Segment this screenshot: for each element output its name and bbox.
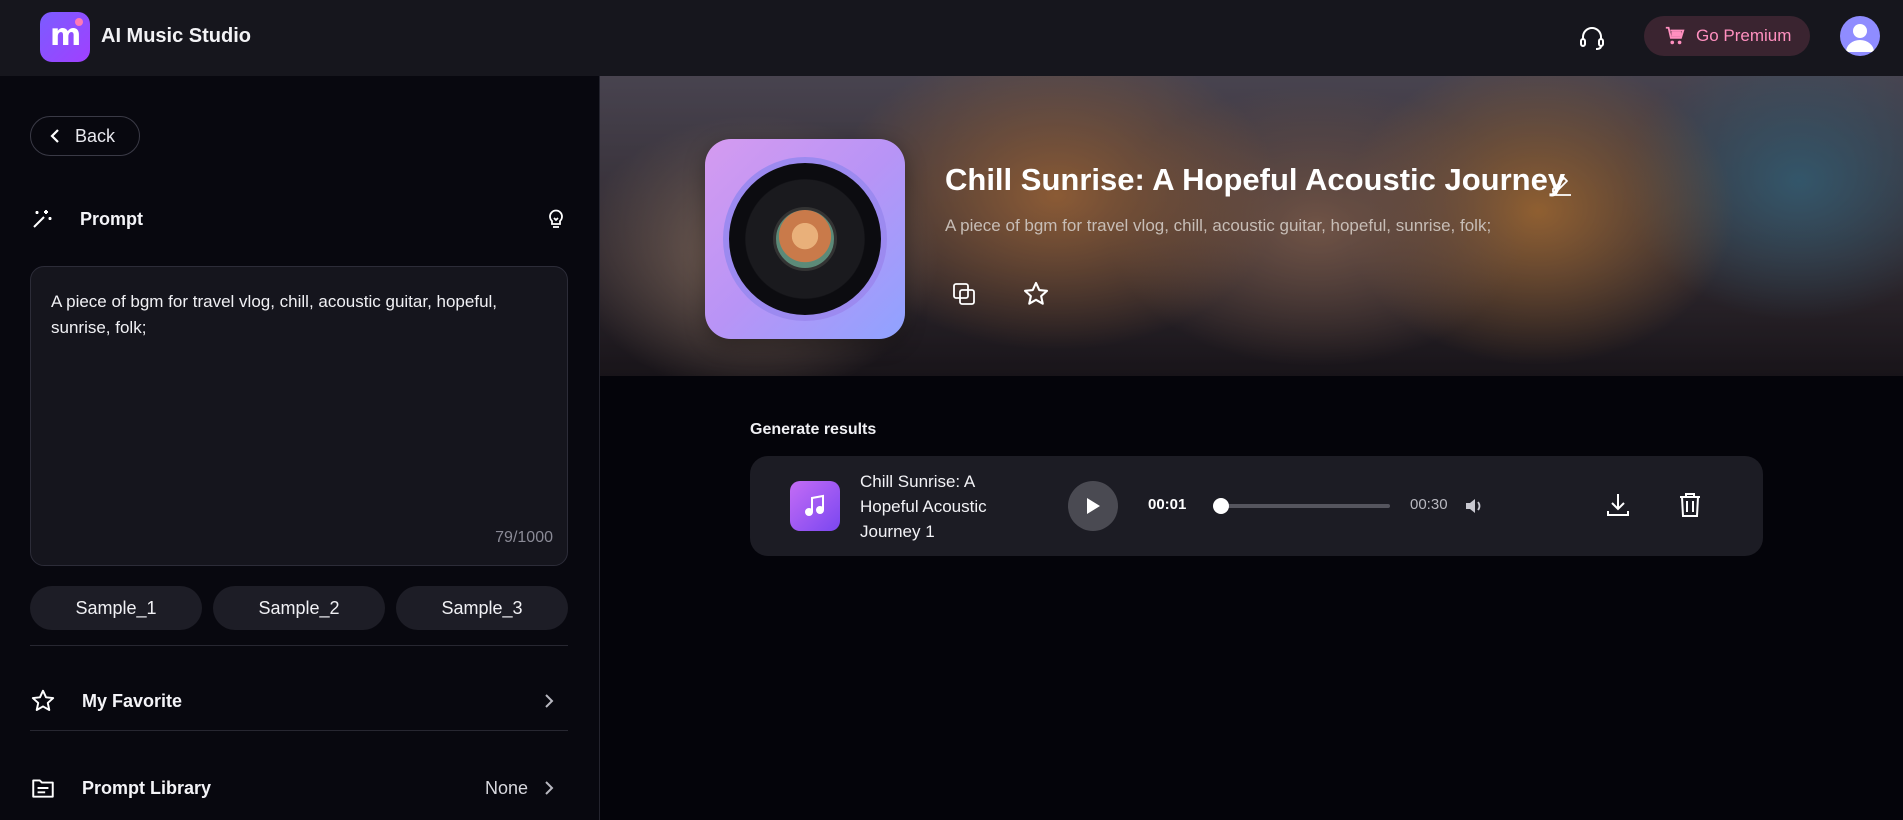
sample-1-button[interactable]: Sample_1 xyxy=(30,586,202,630)
prompt-library-label: Prompt Library xyxy=(82,777,212,798)
prompt-header: Prompt xyxy=(30,204,568,234)
magic-wand-icon xyxy=(33,210,52,228)
current-time: 00:01 xyxy=(1148,496,1187,513)
back-button[interactable]: Back xyxy=(30,116,140,156)
volume-icon[interactable] xyxy=(1463,495,1485,517)
back-label: Back xyxy=(75,125,116,146)
sample-3-button[interactable]: Sample_3 xyxy=(396,586,568,630)
copy-icon[interactable] xyxy=(950,280,978,308)
folder-icon xyxy=(32,779,54,798)
app-title: AI Music Studio xyxy=(101,25,251,47)
cart-icon xyxy=(1665,26,1685,45)
prompt-library-row[interactable]: Prompt Library None xyxy=(30,766,568,810)
play-button[interactable] xyxy=(1068,481,1118,531)
go-premium-label: Go Premium xyxy=(1696,26,1792,45)
lightbulb-icon[interactable] xyxy=(544,207,568,231)
top-bar: m AI Music Studio Go Premium xyxy=(0,0,1903,76)
divider xyxy=(30,645,568,646)
song-description: A piece of bgm for travel vlog, chill, a… xyxy=(945,216,1492,235)
progress-slider[interactable] xyxy=(1212,498,1390,514)
progress-handle[interactable] xyxy=(1212,498,1229,514)
prompt-text[interactable]: A piece of bgm for travel vlog, chill, a… xyxy=(51,289,541,341)
record-artwork xyxy=(773,207,837,271)
app-logo[interactable]: m xyxy=(40,12,90,62)
album-cover xyxy=(705,139,905,339)
my-favorite-label: My Favorite xyxy=(82,690,183,711)
my-favorite-row[interactable]: My Favorite xyxy=(30,679,568,723)
chevron-right-icon xyxy=(545,694,554,708)
music-note-icon xyxy=(790,481,840,531)
total-time: 00:30 xyxy=(1410,496,1448,513)
results-heading: Generate results xyxy=(750,421,877,438)
divider xyxy=(30,730,568,731)
prompt-textarea[interactable]: A piece of bgm for travel vlog, chill, a… xyxy=(30,266,568,566)
play-icon xyxy=(1087,498,1100,514)
favorite-star-icon[interactable] xyxy=(1022,280,1050,308)
sample-buttons: Sample_1 Sample_2 Sample_3 xyxy=(30,586,568,630)
chevron-left-icon xyxy=(50,129,59,143)
song-title: Chill Sunrise: A Hopeful Acoustic Journe… xyxy=(945,162,1566,197)
go-premium-button[interactable]: Go Premium xyxy=(1644,16,1810,56)
star-icon xyxy=(31,689,55,711)
trash-icon[interactable] xyxy=(1675,490,1705,520)
vinyl-record-icon xyxy=(723,157,887,321)
prompt-label: Prompt xyxy=(80,208,143,229)
char-counter: 79/1000 xyxy=(495,529,553,546)
result-track-card: Chill Sunrise: A Hopeful Acoustic Journe… xyxy=(750,456,1763,556)
user-avatar[interactable] xyxy=(1840,16,1880,56)
headset-support-icon[interactable] xyxy=(1578,24,1606,52)
track-name: Chill Sunrise: A Hopeful Acoustic Journe… xyxy=(860,472,987,541)
download-icon[interactable] xyxy=(1603,490,1633,520)
prompt-library-value: None xyxy=(484,777,528,798)
edit-pencil-icon[interactable] xyxy=(1548,171,1574,197)
sample-2-button[interactable]: Sample_2 xyxy=(213,586,385,630)
user-icon xyxy=(1846,24,1874,52)
song-hero-banner: Chill Sunrise: A Hopeful Acoustic Journe… xyxy=(600,76,1903,376)
logo-dot xyxy=(75,18,83,26)
chevron-right-icon xyxy=(545,781,554,795)
left-panel: Back Prompt A piece of bgm for travel vl… xyxy=(0,76,600,820)
